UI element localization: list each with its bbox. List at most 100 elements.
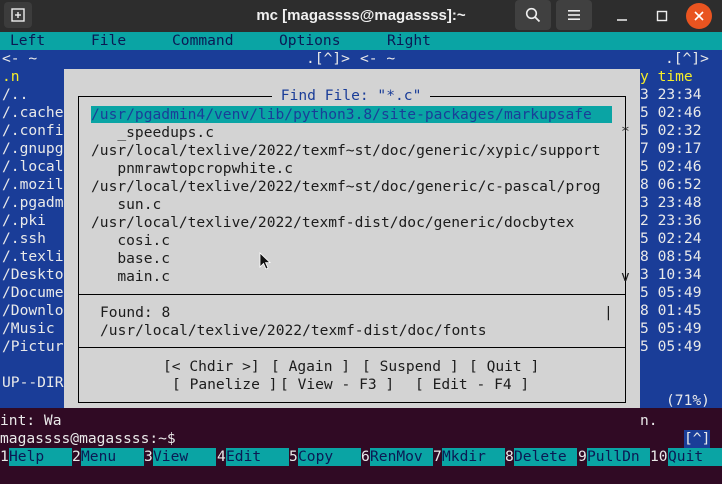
hint-text-right: n. [640,412,658,429]
hint-bar: int: Wa n. [0,410,722,430]
file-row[interactable]: /.texli [2,248,64,266]
edit-button[interactable]: [ Edit - F4 ] [415,376,529,394]
file-row[interactable]: /Deskto [2,266,64,284]
menu-file[interactable]: File [91,32,126,50]
result-row[interactable]: base.c [91,250,170,268]
file-row[interactable]: /.. [2,86,28,104]
file-row[interactable]: /.mozill [2,176,72,194]
left-panel-status: UP--DIR [2,374,64,391]
file-time[interactable]: 8 01:45 [640,302,702,320]
file-row[interactable]: /.ssh [2,230,46,248]
fkey-delete-button[interactable]: Delete [514,448,577,466]
file-row[interactable]: /.local [2,158,64,176]
fkey-menu-button[interactable]: Menu [81,448,144,466]
fkey-number: 5 [289,448,298,466]
fkey-number: 10 [650,448,668,466]
result-row[interactable]: _speedups.c [91,124,214,142]
mc-menubar: Left File Command Options Right [0,32,722,50]
scrollbar-bottom-marker[interactable]: v [621,268,630,286]
dialog-title: Find File: "*.c" [272,87,431,105]
fkey-quit-button[interactable]: Quit [668,448,722,466]
fkey-mkdir-button[interactable]: Mkdir [442,448,505,466]
function-key-bar: 1 Help 2 Menu 3 View 4 Edit 5 Copy 6 RenMov 7 Mkdir 8 D… [0,448,722,466]
fkey-pulldn-button[interactable]: PullDn [587,448,650,466]
quit-button[interactable]: [ Quit ] [469,358,539,376]
prompt-text: magassss@magassss:~$ [0,430,176,447]
fkey-copy-button[interactable]: Copy [298,448,361,466]
result-row[interactable]: cosi.c [91,232,170,250]
again-button[interactable]: [ Again ] [271,358,350,376]
result-row[interactable]: /usr/local/texlive/2022/texmf-dist/doc/g… [91,214,574,232]
maximize-icon [656,10,668,22]
file-time[interactable]: 5 02:32 [640,122,702,140]
scrollbar-top-marker[interactable]: * [621,123,630,141]
fkey-edit-button[interactable]: Edit [226,448,289,466]
file-row[interactable]: /.cache [2,104,64,122]
right-panel-header-controls[interactable]: .[^]> [665,50,709,68]
fkey-number: 2 [72,448,81,466]
file-row[interactable]: /Downlo [2,302,64,320]
file-time[interactable]: 3 23:34 [640,86,702,104]
result-row[interactable]: /usr/pgadmin4/venv/lib/python3.8/site-pa… [91,106,592,124]
result-row[interactable]: sun.c [91,196,161,214]
left-panel-header-controls[interactable]: .[^]> [306,50,350,68]
menu-command[interactable]: Command [172,32,234,50]
result-row[interactable]: /usr/local/texlive/2022/texmf~st/doc/gen… [91,142,601,160]
file-time[interactable]: 3 10:34 [640,266,702,284]
file-time[interactable]: 5 02:46 [640,104,702,122]
fkey-view-button[interactable]: View [153,448,216,466]
file-time[interactable]: 5 02:46 [640,158,702,176]
divider [78,294,626,295]
result-row[interactable]: main.c [91,268,170,286]
fkey-number: 3 [144,448,153,466]
view-button[interactable]: [ View - F3 ] [280,376,394,394]
file-row[interactable]: /Pictur [2,338,64,356]
result-row[interactable]: /usr/local/texlive/2022/texmf~st/doc/gen… [91,178,601,196]
menu-right[interactable]: Right [387,32,431,50]
search-spinner: | [604,304,613,321]
suspend-button[interactable]: [ Suspend ] [362,358,459,376]
chdir-button[interactable]: [< Chdir >] [163,358,260,376]
file-time[interactable]: 5 05:49 [640,338,702,356]
mouse-pointer-icon [259,252,271,270]
result-row[interactable]: pnmrawtopcropwhite.c [91,160,293,178]
close-button[interactable] [686,3,712,29]
divider [78,347,626,348]
file-row[interactable]: /.pgadm [2,194,64,212]
hamburger-icon [568,10,580,20]
left-panel-path[interactable]: <- ~ [2,50,37,68]
fkey-number: 6 [361,448,370,466]
hamburger-menu-button[interactable] [556,0,592,30]
search-button[interactable] [515,0,551,30]
file-row[interactable]: /Docume [2,284,64,302]
menu-options[interactable]: Options [279,32,341,50]
fkey-help-button[interactable]: Help [9,448,72,466]
left-panel-column-header[interactable]: .n [2,68,20,86]
right-panel-path[interactable]: <- ~ [360,50,395,68]
fkey-renmov-button[interactable]: RenMov [370,448,433,466]
file-time[interactable]: 5 02:24 [640,230,702,248]
maximize-button[interactable] [644,0,680,32]
file-time[interactable]: 3 23:48 [640,194,702,212]
file-row[interactable]: /.config [2,122,72,140]
fkey-number: 4 [217,448,226,466]
menu-left[interactable]: Left [10,32,45,50]
found-count: Found: 8 [100,304,171,321]
file-row[interactable]: /Music [2,320,55,338]
file-row[interactable]: /.gnupg [2,140,64,158]
file-time[interactable]: 7 09:17 [640,140,702,158]
close-icon [694,11,704,21]
shell-prompt[interactable]: magassss@magassss:~$ [^] [0,430,722,448]
history-button[interactable]: [^] [684,430,711,448]
file-time[interactable]: 5 05:49 [640,320,702,338]
right-panel-usage: (71%) [666,392,710,409]
file-time[interactable]: 2 23:36 [640,212,702,230]
file-time[interactable]: 8 08:54 [640,248,702,266]
file-time[interactable]: 5 05:49 [640,284,702,302]
hint-text-left: int: Wa [0,412,62,429]
right-panel-column-header[interactable]: y time [640,68,693,86]
file-row[interactable]: /.pki [2,212,46,230]
file-time[interactable]: 8 06:52 [640,176,702,194]
minimize-button[interactable] [604,0,640,32]
panelize-button[interactable]: [ Panelize ] [172,376,277,394]
